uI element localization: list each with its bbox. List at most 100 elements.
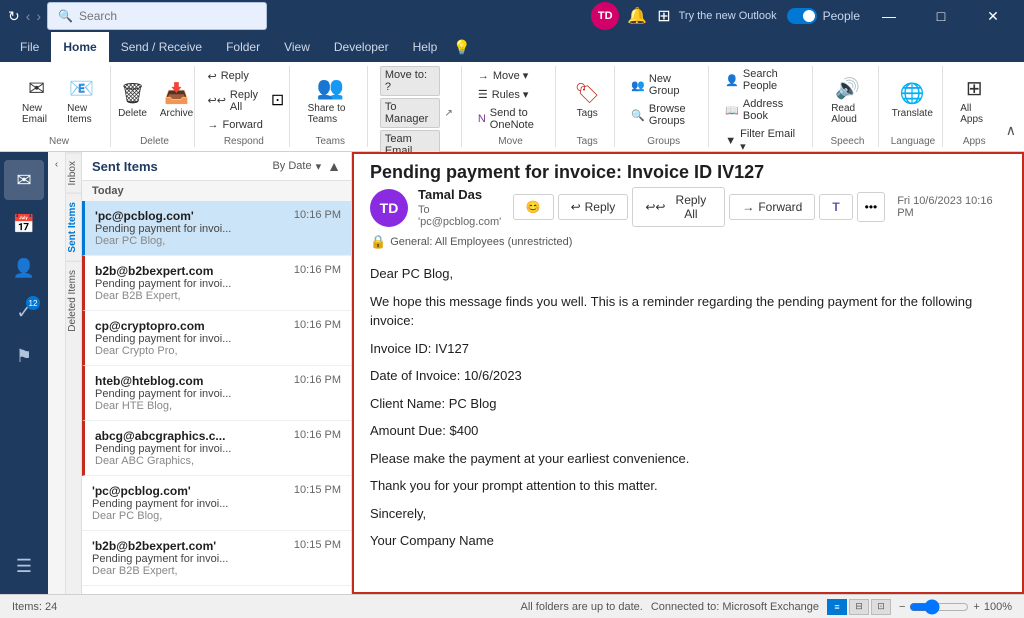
title-bar-left: ↻ ‹ › 🔍 [8, 2, 267, 30]
nav-icons: ✉ 📅 👤 ✓ 12 ⚑ ☰ [0, 152, 48, 594]
back-icon[interactable]: ‹ [26, 8, 31, 24]
respond-expand-icon[interactable]: ⊡ [271, 90, 284, 110]
minimize-btn[interactable]: — [866, 0, 912, 32]
forward-icon[interactable]: › [36, 8, 41, 24]
zoom-out-icon[interactable]: − [899, 601, 905, 613]
sender-name: Tamal Das [418, 187, 513, 202]
new-group-button[interactable]: 👥 New Group [627, 71, 700, 99]
forward-button[interactable]: → Forward [203, 117, 266, 133]
new-email-button[interactable]: ✉ New Email [16, 72, 57, 129]
view-btn-compact[interactable]: ⊡ [871, 599, 891, 615]
side-label-deleted[interactable]: Deleted Items [66, 261, 81, 340]
read-aloud-button[interactable]: 🔊 Read Aloud [825, 72, 870, 129]
zoom-slider[interactable] [909, 599, 969, 615]
email-item[interactable]: 'cp@cryptopro.com' Pending payment for i… [82, 586, 351, 594]
tags-button[interactable]: 🏷 Tags [567, 77, 607, 123]
view-btn-preview[interactable]: ⊟ [849, 599, 869, 615]
email-list-scroll[interactable]: Today 'pc@pcblog.com' 10:16 PM Pending p… [82, 181, 351, 594]
delete-button[interactable]: 🗑 Delete [113, 77, 153, 123]
reply-all-action-btn[interactable]: ↩↩ Reply All [632, 187, 725, 227]
address-book-button[interactable]: 📖 Address Book [721, 96, 804, 124]
email-preview: Dear B2B Expert, [92, 565, 341, 577]
view-btn-list[interactable]: ≡ [827, 599, 847, 615]
reply-all-button[interactable]: ↩↩ Reply All [203, 87, 266, 115]
translate-button[interactable]: 🌐 Translate [891, 77, 934, 123]
forward-action-btn[interactable]: → Forward [729, 194, 815, 220]
tab-developer[interactable]: Developer [322, 32, 401, 62]
tab-send-receive[interactable]: Send / Receive [109, 32, 214, 62]
search-people-icon: 👤 [725, 74, 739, 87]
more-options-btn[interactable]: ••• [857, 192, 886, 222]
close-btn[interactable]: ✕ [970, 0, 1016, 32]
user-avatar[interactable]: TD [591, 2, 619, 30]
apps-icon[interactable]: ⊞ [655, 4, 672, 28]
people-label[interactable]: People [823, 9, 860, 23]
ribbon-collapse-icon[interactable]: ∧ [1006, 122, 1016, 147]
tags-icon: 🏷 [575, 81, 600, 106]
email-preview: Dear PC Blog, [92, 510, 341, 522]
nav-calendar[interactable]: 📅 [4, 204, 44, 244]
bell-icon[interactable]: 🔔 [625, 4, 649, 28]
refresh-icon[interactable]: ↻ [8, 8, 20, 25]
email-item[interactable]: cp@cryptopro.com 10:16 PM Pending paymen… [82, 311, 351, 366]
zoom-level: 100% [984, 601, 1012, 613]
toggle-new-outlook[interactable] [787, 8, 817, 24]
tab-help[interactable]: Help [401, 32, 450, 62]
body-sincerely: Sincerely, [370, 504, 1006, 524]
side-label-sent[interactable]: Sent Items [66, 193, 81, 261]
search-input[interactable] [79, 9, 229, 23]
tab-folder[interactable]: Folder [214, 32, 272, 62]
teams-action-btn[interactable]: T [819, 194, 852, 220]
delete-icon: 🗑 [120, 81, 145, 106]
email-item[interactable]: abcg@abcgraphics.c... 10:16 PM Pending p… [82, 421, 351, 476]
item-count: Items: 24 [12, 601, 57, 613]
to-manager-button[interactable]: To Manager [380, 98, 441, 128]
sort-by-date[interactable]: By Date ▾ [272, 160, 321, 173]
email-item[interactable]: hteb@hteblog.com 10:16 PM Pending paymen… [82, 366, 351, 421]
sort-direction-btn[interactable]: ▲ [327, 158, 341, 174]
folder-expand-btn[interactable]: ‹ [49, 156, 65, 172]
nav-flags[interactable]: ⚑ [4, 336, 44, 376]
rules-dropdown-button[interactable]: ☰ Rules ▾ [474, 86, 547, 103]
all-apps-button[interactable]: ⊞ All Apps [954, 72, 994, 129]
ribbon-group-delete-content: 🗑 Delete 📥 Archive [123, 66, 186, 134]
email-item[interactable]: 'pc@pcblog.com' 10:16 PM Pending payment… [82, 201, 351, 256]
nav-mail[interactable]: ✉ [4, 160, 44, 200]
body-intro: We hope this message finds you well. Thi… [370, 292, 1006, 331]
email-preview: Dear ABC Graphics, [95, 455, 341, 467]
archive-button[interactable]: 📥 Archive [157, 77, 197, 123]
share-to-teams-button[interactable]: 👥 Share to Teams [302, 71, 359, 129]
top-search-box[interactable]: 🔍 [47, 2, 267, 30]
move-to-button[interactable]: Move to: ? [380, 66, 441, 96]
side-label-inbox[interactable]: Inbox [66, 152, 81, 193]
more-icon: ☰ [16, 556, 32, 577]
emoji-reaction-btn[interactable]: 😊 [513, 194, 554, 220]
email-item[interactable]: b2b@b2bexpert.com 10:16 PM Pending payme… [82, 256, 351, 311]
move-dropdown-button[interactable]: → Move ▾ [474, 67, 547, 84]
reply-all-icon-pane: ↩↩ [645, 200, 665, 214]
filter-email-button[interactable]: ▼ Filter Email ▾ [721, 126, 804, 155]
send-to-onenote-button[interactable]: N Send to OneNote [474, 105, 547, 133]
nav-tasks[interactable]: ✓ 12 [4, 292, 44, 332]
browse-groups-button[interactable]: 🔍 Browse Groups [627, 101, 700, 129]
email-from: b2b@b2bexpert.com 10:16 PM [95, 264, 341, 278]
tab-file[interactable]: File [8, 32, 51, 62]
search-people-button[interactable]: 👤 Search People [721, 66, 804, 94]
nav-more[interactable]: ☰ [4, 546, 44, 586]
top-right-icons: TD 🔔 ⊞ Try the new Outlook People — □ ✕ [591, 0, 1016, 32]
email-item[interactable]: 'pc@pcblog.com' 10:15 PM Pending payment… [82, 476, 351, 531]
new-items-button[interactable]: 📧 New Items [61, 72, 102, 129]
email-item[interactable]: 'b2b@b2bexpert.com' 10:15 PM Pending pay… [82, 531, 351, 586]
ribbon-group-quick-steps-content: Move to: ? To Manager Team Email ↗ [380, 66, 453, 160]
email-list-header: Sent Items By Date ▾ ▲ [82, 152, 351, 181]
quick-steps-expand-icon[interactable]: ↗ [444, 108, 452, 119]
reply-action-btn[interactable]: ↩ Reply [558, 194, 629, 220]
nav-contacts[interactable]: 👤 [4, 248, 44, 288]
rules-icon: ☰ [478, 88, 488, 101]
tab-home[interactable]: Home [51, 32, 108, 62]
tab-view[interactable]: View [272, 32, 322, 62]
maximize-btn[interactable]: □ [918, 0, 964, 32]
zoom-in-icon[interactable]: + [973, 601, 979, 613]
view-buttons: ≡ ⊟ ⊡ [827, 599, 891, 615]
reply-button[interactable]: ↩ Reply [203, 68, 266, 85]
